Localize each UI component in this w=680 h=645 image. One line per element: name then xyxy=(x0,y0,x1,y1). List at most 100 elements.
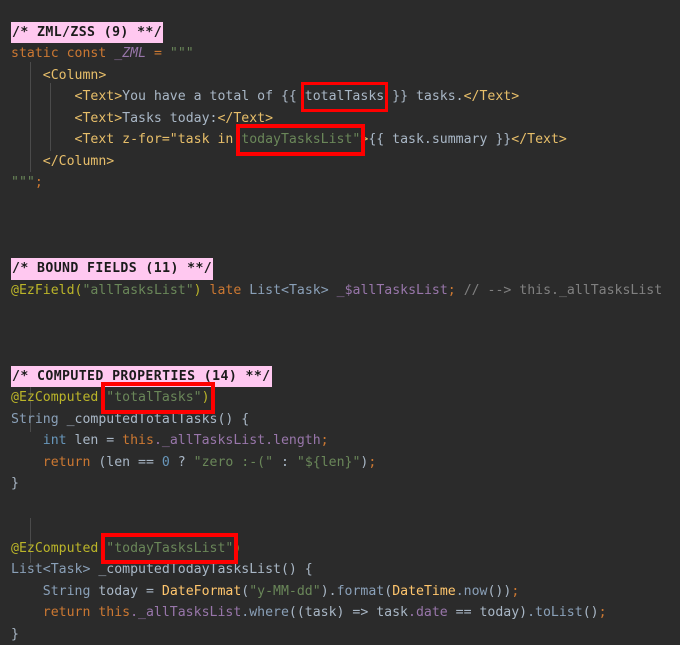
tag-text-open: <Text> xyxy=(75,111,123,126)
line-today-body-1: String today = DateFormat ( "y-MM-dd").for… xyxy=(0,581,680,603)
operator-equals: = xyxy=(154,46,162,61)
paren-close: ) xyxy=(233,541,241,556)
line-column-close: </Column> xyxy=(0,151,680,173)
fn-now: .now xyxy=(456,584,488,599)
ezfield-arg: "allTasksList" xyxy=(82,283,193,298)
fn-where: .where xyxy=(241,605,289,620)
blank-line xyxy=(0,495,680,517)
tag-text-close: </Text> xyxy=(217,111,273,126)
field-date: .date xyxy=(408,605,448,620)
todayTasksList-binding-box[interactable]: todayTasksList" xyxy=(241,129,360,151)
keyword-this: this xyxy=(122,433,154,448)
banner-text-computed-properties: /* COMPUTED PROPERTIES (14) **/ xyxy=(11,366,272,388)
method-name-total: _computedTotalTasks() { xyxy=(67,412,250,427)
fn-dateformat: DateFormat xyxy=(162,584,241,599)
annotation-ezcomputed: @EzComputed xyxy=(11,390,98,405)
fn-format: format xyxy=(337,584,385,599)
triple-quote-open: """ xyxy=(170,46,194,61)
keyword-static: static xyxy=(11,46,59,61)
text-tasks-today: Tasks today: xyxy=(122,111,217,126)
line-ezcomputed-total: @EzComputed("totalTasks") xyxy=(0,387,680,409)
totalTasks-binding-box[interactable]: totalTasks xyxy=(305,86,384,108)
line-today-body-2: return this._allTasksList.where((task) =… xyxy=(0,602,680,624)
string-date-pattern: "y-MM-dd" xyxy=(249,584,320,599)
triple-quote-close: """ xyxy=(11,175,35,190)
tag-column-open: <Column> xyxy=(43,68,107,83)
blank-line xyxy=(0,323,680,345)
return-type-string: String xyxy=(11,412,59,427)
banner-text-zml: /* ZML/ZSS (9) **/ xyxy=(11,22,163,44)
paren-close: ) xyxy=(202,390,210,405)
trailing-comment: // --> this._allTasksList xyxy=(464,283,663,298)
paren-dot: ). xyxy=(321,584,337,599)
keyword-return: return xyxy=(43,455,91,470)
line-zml-end: """; xyxy=(0,172,680,194)
line-text-total: <Text>You have a total of {{ totalTasks … xyxy=(0,86,680,108)
paren-open: ( xyxy=(98,541,106,556)
type-list-task: List<Task> xyxy=(249,283,328,298)
tag-column-close: </Column> xyxy=(43,154,114,169)
computed-name-totalTasks: "totalTasks" xyxy=(106,390,201,405)
field-access-length: ._allTasksList.length xyxy=(154,433,321,448)
type-int: int xyxy=(43,433,67,448)
return-type-list-task: List<Task> xyxy=(11,562,90,577)
totalTasks-computed-name-box[interactable]: "totalTasks") xyxy=(106,387,209,409)
closing-brace: } xyxy=(11,627,19,642)
var-len-assign: len = xyxy=(67,433,123,448)
tag-text-close: </Text> xyxy=(511,132,567,147)
line-total-body-2: return (len == 0 ? "zero :-(" : "${len}"… xyxy=(0,452,680,474)
expr-c: : xyxy=(273,455,297,470)
line-total-close: } xyxy=(0,473,680,495)
method-name-today: _computedTodayTasksList() { xyxy=(98,562,312,577)
blank-line xyxy=(0,237,680,259)
blank-line xyxy=(0,194,680,216)
semicolon: ; xyxy=(321,433,329,448)
semicolon: ; xyxy=(368,455,376,470)
type-string: String xyxy=(43,584,91,599)
todayTasksList-computed-name-box[interactable]: "todayTasksList" xyxy=(106,538,233,560)
string-zero-sad: "zero :-(" xyxy=(194,455,273,470)
paren-close: ) xyxy=(194,283,202,298)
tag-text-close: </Text> xyxy=(464,89,520,104)
class-datetime: DateTime xyxy=(392,584,456,599)
section-banner-zml: /* ZML/ZSS (9) **/ xyxy=(0,22,680,44)
semicolon: ; xyxy=(448,283,456,298)
line-signature-today: List<Task> _computedTodayTasksList() { xyxy=(0,559,680,581)
tag-text-zfor-open: <Text z-for="task in xyxy=(75,132,242,147)
computed-name-todayTasksList: "todayTasksList" xyxy=(106,541,233,556)
paren-open2: ( xyxy=(384,584,392,599)
annotation-ezcomputed: @EzComputed xyxy=(11,541,98,556)
fn-tolist: .toList xyxy=(527,605,583,620)
keyword-return: return xyxy=(43,605,91,620)
paren-open: ( xyxy=(98,390,106,405)
line-text-zfor: <Text z-for="task in todayTasksList">{{ … xyxy=(0,129,680,151)
field-allTasksList-ref: ._allTasksList xyxy=(130,605,241,620)
line-today-close: } xyxy=(0,624,680,645)
line-text-tasks-today: <Text>Tasks today:</Text> xyxy=(0,108,680,130)
paren-tail: () xyxy=(583,605,599,620)
line-column-open: <Column> xyxy=(0,65,680,87)
text-task-summary: {{ task.summary }} xyxy=(368,132,511,147)
code-editor-pane[interactable]: /* ZML/ZSS (9) **/ static const _ZML = "… xyxy=(0,0,680,596)
cmp-today: == today) xyxy=(448,605,527,620)
tag-text-open: <Text> xyxy=(75,89,123,104)
expr-a: (len == xyxy=(90,455,161,470)
keyword-this: this xyxy=(90,605,130,620)
line-ezfield: @EzField("allTasksList") late List<Task>… xyxy=(0,280,680,302)
text-total-suffix: }} tasks. xyxy=(384,89,463,104)
string-len-interp: "${len}" xyxy=(297,455,361,470)
keyword-const: const xyxy=(67,46,107,61)
field-allTasksList: _$allTasksList xyxy=(337,283,448,298)
semicolon: ; xyxy=(511,584,519,599)
expr-b: ? xyxy=(170,455,194,470)
section-banner-bound-fields: /* BOUND FIELDS (11) **/ xyxy=(0,258,680,280)
annotation-ezfield: @EzField xyxy=(11,283,75,298)
line-ezcomputed-today: @EzComputed("todayTasksList") xyxy=(0,538,680,560)
banner-text-bound-fields: /* BOUND FIELDS (11) **/ xyxy=(11,258,213,280)
var-today-assign: today = xyxy=(90,584,161,599)
line-signature-total: String _computedTotalTasks() { xyxy=(0,409,680,431)
section-banner-computed-properties: /* COMPUTED PROPERTIES (14) **/ xyxy=(0,366,680,388)
paren-tail: ()) xyxy=(487,584,511,599)
text-total-prefix: You have a total of {{ xyxy=(122,89,305,104)
literal-zero: 0 xyxy=(162,455,170,470)
